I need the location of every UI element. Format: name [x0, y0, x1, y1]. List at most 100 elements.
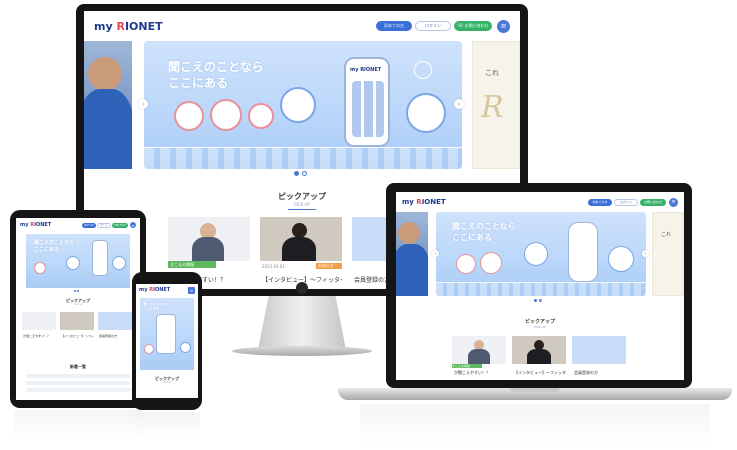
app-phone-illustration — [156, 314, 176, 354]
grandparent-illustration-bubble — [524, 242, 548, 266]
pickup-card-2[interactable]: 【インタビュー】～フィッター — [60, 312, 94, 358]
card-title: が聞こえやすい！？ — [454, 370, 490, 375]
carousel-dots — [534, 299, 542, 302]
contact-button[interactable]: お問い合わせ — [640, 198, 666, 206]
pickup-card-3[interactable]: 会員登録の方 — [572, 336, 626, 380]
site-header: my RIONET ≡ — [136, 284, 198, 296]
site-logo[interactable]: my RIONET — [139, 287, 170, 293]
hero-title-line1: 聞こえのことなら — [34, 240, 74, 246]
card-image — [98, 312, 132, 330]
hero-title: 聞こえのことなら ここにある — [452, 222, 516, 244]
logo-prefix: my — [20, 222, 31, 228]
phone-reflection — [134, 412, 200, 440]
pickup-underline — [288, 209, 316, 210]
contact-button[interactable]: お問い合わせ — [112, 222, 128, 228]
carousel-dot[interactable] — [302, 171, 307, 176]
hero-banner: 聞こえのことなら ここにある — [26, 234, 130, 288]
couple-illustration-bubble — [112, 256, 126, 270]
app-phone-illustration — [92, 240, 108, 276]
phone-icon: ☏ — [457, 23, 464, 29]
hero-title: 聞こえのことなら ここにある — [144, 302, 168, 310]
card-title: 会員登録の方 — [99, 334, 118, 338]
monitor-stand-neck — [258, 296, 346, 350]
hamburger-icon[interactable]: ≡ — [188, 286, 195, 294]
app-phone-illustration: my RIONET — [344, 57, 390, 147]
hamburger-icon[interactable]: ≡ — [669, 197, 678, 207]
carousel-dot[interactable] — [539, 299, 542, 302]
next-slide-text: これ — [485, 69, 499, 77]
login-button[interactable]: ログイン — [614, 198, 638, 206]
laptop-notch — [510, 388, 560, 392]
pickup-card-3[interactable]: 会員登録の方 — [98, 312, 132, 358]
person-head — [398, 222, 420, 244]
chevron-left-icon[interactable]: ‹ — [432, 250, 439, 257]
carousel-dots — [294, 171, 307, 176]
phone-app-logo: my RIONET — [350, 67, 382, 73]
family-illustration-bubble — [174, 101, 204, 131]
chevron-right-icon[interactable]: › — [454, 99, 464, 109]
login-button[interactable]: ログイン — [97, 222, 111, 228]
site-logo[interactable]: my RIONET — [20, 222, 51, 228]
laptop-screen: my RIONET 初めての方 ログイン お問い合わせ ≡ 聞こえのことなら こ… — [396, 192, 684, 380]
couple-illustration-bubble — [406, 93, 446, 133]
family-illustration-bubble — [144, 344, 154, 354]
site-header: my RIONET 初めての方 ログイン お問い合わせ ≡ — [16, 218, 140, 232]
carousel-dot-active[interactable] — [294, 171, 299, 176]
grandparent-illustration-bubble — [66, 256, 80, 270]
person-body — [468, 349, 490, 364]
card-image — [168, 217, 250, 261]
person-body — [282, 237, 316, 261]
person-head — [88, 57, 122, 91]
hero-title-line2: ここにある — [144, 306, 160, 311]
logo-suffix: IONET — [421, 198, 446, 206]
contact-button[interactable]: ☏ お問い合わせ — [454, 21, 492, 31]
hero-title-line1: 聞こえのことなら — [168, 60, 264, 74]
card-image — [572, 336, 626, 364]
device-mockup-composition: my RIONET 初めての方 ログイン ☏ お問い合わせ ≡ 聞こえのことなら … — [0, 0, 737, 450]
pickup-subtitle: PICK UP — [534, 325, 546, 329]
card-image — [512, 336, 566, 364]
first-time-button[interactable]: 初めての方 — [82, 222, 96, 228]
logo-suffix: IONET — [153, 287, 171, 293]
family-illustration-bubble — [34, 262, 46, 274]
pickup-subtitle: PICK UP — [163, 382, 171, 384]
hamburger-icon[interactable]: ≡ — [497, 19, 510, 33]
hero-banner: 聞こえのことなら ここにある — [140, 298, 194, 370]
first-time-button[interactable]: 初めての方 — [588, 198, 612, 206]
chevron-right-icon[interactable]: › — [642, 250, 649, 257]
carousel-dot[interactable] — [77, 290, 79, 292]
cityscape-illustration — [144, 147, 462, 169]
card-tag: きこえの情報 — [452, 364, 482, 368]
news-list — [26, 374, 130, 394]
pickup-card-1[interactable]: が聞こえやすい！？ — [22, 312, 56, 358]
site-logo[interactable]: my RIONET — [94, 20, 163, 33]
elder-illustration-bubble — [248, 103, 274, 129]
card-image — [22, 312, 56, 330]
hamburger-icon[interactable]: ≡ — [130, 222, 136, 228]
pickup-card-1[interactable]: きこえの情報 が聞こえやすい！？ — [452, 336, 506, 380]
app-phone-illustration — [568, 222, 598, 282]
carousel-dot-active[interactable] — [534, 299, 537, 302]
hero-banner: 聞こえのことなら ここにある — [436, 212, 646, 296]
next-slide-script: R — [481, 90, 504, 125]
person-body — [527, 349, 551, 364]
card-title: 【インタビュー】～フィッター — [61, 334, 94, 338]
logo-suffix: IONET — [124, 19, 163, 33]
logo-r: R — [116, 19, 125, 33]
first-time-button[interactable]: 初めての方 — [376, 21, 412, 31]
carousel-dot-active[interactable] — [74, 290, 76, 292]
laptop-reflection — [360, 404, 710, 444]
pickup-card-2[interactable]: お知らせ 2023.03.01 【インタビュー】～フィッター — [260, 217, 342, 289]
card-image — [60, 312, 94, 330]
login-button[interactable]: ログイン — [415, 21, 451, 31]
hero-title-line1: 聞こえのことなら — [452, 222, 516, 231]
chevron-left-icon[interactable]: ‹ — [138, 99, 148, 109]
person-head — [292, 223, 307, 238]
card-title: 会員登録の方 — [574, 370, 598, 375]
tablet-reflection — [14, 410, 142, 442]
hero-title: 聞こえのことなら ここにある — [34, 240, 74, 254]
pickup-card-2[interactable]: 【インタビュー】～フィッター — [512, 336, 566, 380]
site-logo[interactable]: my RIONET — [402, 198, 446, 206]
card-title: 【インタビュー】～フィッター — [514, 370, 566, 375]
pickup-subtitle: PICK UP — [74, 304, 82, 306]
